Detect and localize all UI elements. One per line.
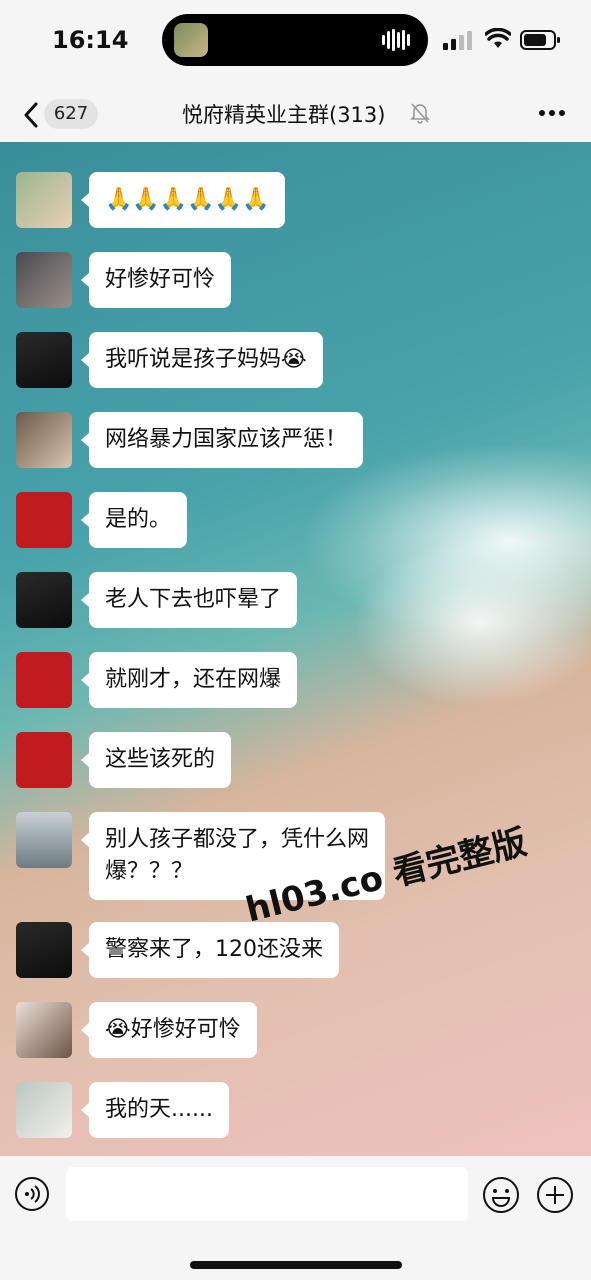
home-indicator[interactable] <box>190 1261 402 1269</box>
sender-avatar[interactable] <box>16 922 72 978</box>
message-bubble[interactable]: 🙏🙏🙏🙏🙏🙏 <box>80 172 286 228</box>
sender-avatar[interactable] <box>16 812 72 868</box>
message-input-bar <box>0 1156 591 1280</box>
wallpaper-wave <box>300 442 591 642</box>
audio-waveform-icon <box>382 29 410 51</box>
sender-avatar[interactable] <box>16 252 72 308</box>
message-bubble[interactable]: 😭好惨好可怜 <box>81 1002 257 1058</box>
sender-avatar[interactable] <box>16 412 72 468</box>
message-text-field[interactable] <box>66 1167 468 1221</box>
sender-avatar[interactable] <box>16 492 72 548</box>
message-bubble[interactable]: 好惨好可怜 <box>80 252 232 308</box>
unread-count-badge[interactable]: 627 <box>44 99 98 129</box>
status-time: 16:14 <box>52 26 129 54</box>
more-options-icon[interactable] <box>538 102 566 124</box>
sender-avatar[interactable] <box>16 652 72 708</box>
message-bubble[interactable]: 我听说是孩子妈妈😭 <box>81 332 323 388</box>
wifi-icon <box>485 28 511 48</box>
cellular-signal-icon <box>443 31 472 50</box>
sender-avatar[interactable] <box>16 332 72 388</box>
sender-avatar[interactable] <box>16 1002 72 1058</box>
message-bubble[interactable]: 网络暴力国家应该严惩！ <box>80 412 364 468</box>
chat-message-list[interactable]: 🙏🙏🙏🙏🙏🙏 好惨好可怜 我听说是孩子妈妈😭 网络暴力国家应该严惩！ 是的。 老… <box>0 142 591 1156</box>
message-bubble[interactable]: 就刚才，还在网爆 <box>80 652 298 708</box>
plus-icon[interactable] <box>536 1176 574 1214</box>
message-bubble[interactable]: 我的天...... <box>81 1082 229 1138</box>
sender-avatar[interactable] <box>16 572 72 628</box>
message-bubble[interactable]: 这些该死的 <box>80 732 232 788</box>
battery-icon <box>520 30 560 50</box>
message-bubble[interactable]: 是的。 <box>80 492 188 548</box>
now-playing-thumbnail <box>174 23 208 57</box>
sender-avatar[interactable] <box>16 1082 72 1138</box>
chat-header: 627 悦府精英业主群(313) <box>0 88 591 142</box>
sender-avatar[interactable] <box>16 732 72 788</box>
emoji-icon[interactable] <box>482 1176 520 1214</box>
message-bubble[interactable]: 老人下去也吓晕了 <box>80 572 298 628</box>
dynamic-island[interactable] <box>162 14 428 66</box>
status-bar: 16:14 <box>0 0 591 88</box>
group-title: 悦府精英业主群(313) <box>182 103 386 127</box>
message-bubble[interactable]: 警察来了，120还没来 <box>81 922 339 978</box>
sender-avatar[interactable] <box>16 172 72 228</box>
voice-input-icon[interactable] <box>14 1176 50 1212</box>
mute-bell-icon <box>410 103 430 124</box>
